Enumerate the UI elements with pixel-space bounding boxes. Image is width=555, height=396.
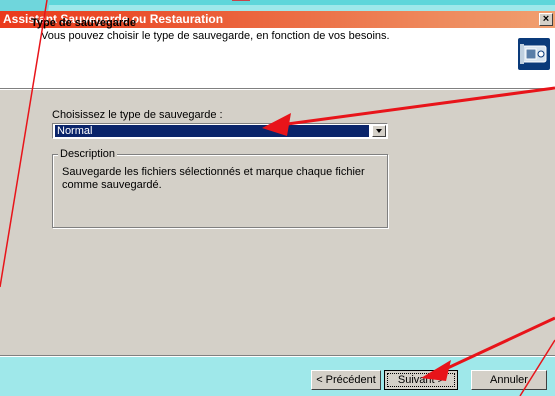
chevron-down-icon[interactable] (372, 125, 386, 137)
backup-type-dropdown[interactable]: Normal (52, 123, 388, 139)
close-button[interactable]: × (539, 13, 553, 26)
footer-divider (0, 355, 555, 357)
page-title: Type de sauvegarde (31, 17, 136, 29)
backup-type-selected[interactable]: Normal (55, 125, 369, 137)
page-subtitle: Vous pouvez choisir le type de sauvegard… (41, 30, 390, 42)
next-button[interactable]: Suivant > (384, 370, 458, 390)
description-text: Sauvegarde les fichiers sélectionnés et … (62, 166, 365, 191)
backup-type-label: Choisissez le type de sauvegarde : (52, 109, 223, 121)
cancel-button[interactable]: Annuler (471, 370, 547, 390)
description-legend: Description (58, 148, 118, 160)
back-button[interactable]: < Précédent (311, 370, 381, 390)
backup-wizard-icon (518, 38, 550, 70)
